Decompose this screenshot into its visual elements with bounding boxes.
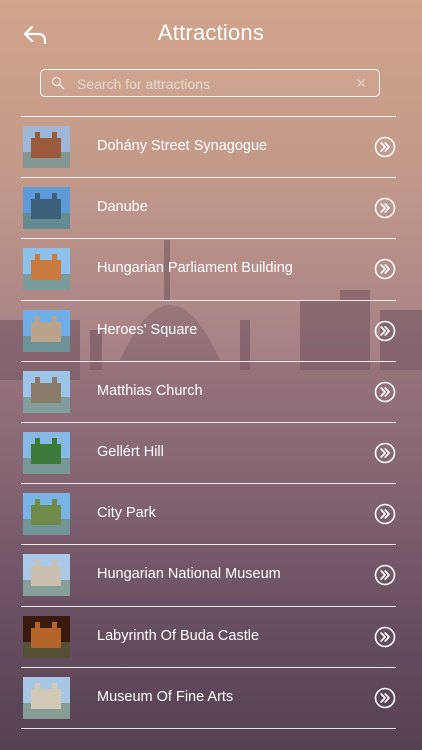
attraction-thumbnail xyxy=(23,493,70,536)
list-item[interactable]: Gellért Hill xyxy=(21,423,396,485)
clear-icon[interactable]: ✕ xyxy=(355,75,367,91)
attraction-thumbnail xyxy=(23,615,70,658)
list-item[interactable]: Hungarian National Museum xyxy=(21,545,396,607)
list-item[interactable]: City Park xyxy=(21,484,396,546)
list-item[interactable]: Museum Of Fine Arts xyxy=(21,668,396,729)
attraction-label: Labyrinth Of Buda Castle xyxy=(97,627,260,644)
attraction-label: Dohány Street Synagogue xyxy=(97,138,268,154)
list-item[interactable]: Dohány Street Synagogue xyxy=(21,117,396,179)
list-item[interactable]: Matthias Church xyxy=(21,362,396,423)
attraction-thumbnail xyxy=(23,309,70,352)
page-title: Attractions xyxy=(157,20,265,45)
chevron-right-icon[interactable] xyxy=(374,258,396,280)
attraction-label: Museum Of Fine Arts xyxy=(97,688,234,705)
attractions-list: Dohány Street Synagogue Danube Hungarian P… xyxy=(21,116,396,729)
search-input[interactable] xyxy=(75,73,349,95)
attraction-thumbnail xyxy=(23,554,70,597)
list-item[interactable]: Labyrinth Of Buda Castle xyxy=(21,607,396,668)
chevron-right-icon[interactable] xyxy=(374,320,396,342)
chevron-right-icon[interactable] xyxy=(374,442,396,464)
attraction-label: Matthias Church xyxy=(97,382,203,399)
attraction-thumbnail xyxy=(23,676,70,719)
search-bar[interactable]: ✕ xyxy=(40,69,380,97)
attraction-thumbnail xyxy=(23,431,70,474)
attraction-label: Hungarian National Museum xyxy=(97,566,281,583)
chevron-right-icon[interactable] xyxy=(374,503,396,525)
attraction-thumbnail xyxy=(23,126,70,168)
chevron-right-icon[interactable] xyxy=(374,381,396,403)
list-item[interactable]: Heroes' Square xyxy=(21,301,396,362)
chevron-right-icon[interactable] xyxy=(374,197,396,219)
attraction-label: Danube xyxy=(97,199,148,216)
chevron-right-icon[interactable] xyxy=(374,626,396,648)
attraction-label: Gellért Hill xyxy=(97,443,164,460)
search-icon xyxy=(51,76,65,90)
list-item[interactable]: Hungarian Parliament Building xyxy=(21,239,396,301)
attraction-label: Heroes' Square xyxy=(97,321,198,338)
header: Attractions xyxy=(0,0,422,68)
attraction-thumbnail xyxy=(23,187,70,230)
list-item[interactable]: Danube xyxy=(21,178,396,240)
attraction-thumbnail xyxy=(23,248,70,291)
chevron-right-icon[interactable] xyxy=(374,687,396,709)
chevron-right-icon[interactable] xyxy=(374,564,396,586)
attraction-thumbnail xyxy=(23,370,70,413)
chevron-right-icon[interactable] xyxy=(374,136,396,158)
attraction-label: Hungarian Parliament Building xyxy=(97,260,293,277)
attraction-label: City Park xyxy=(97,505,156,522)
